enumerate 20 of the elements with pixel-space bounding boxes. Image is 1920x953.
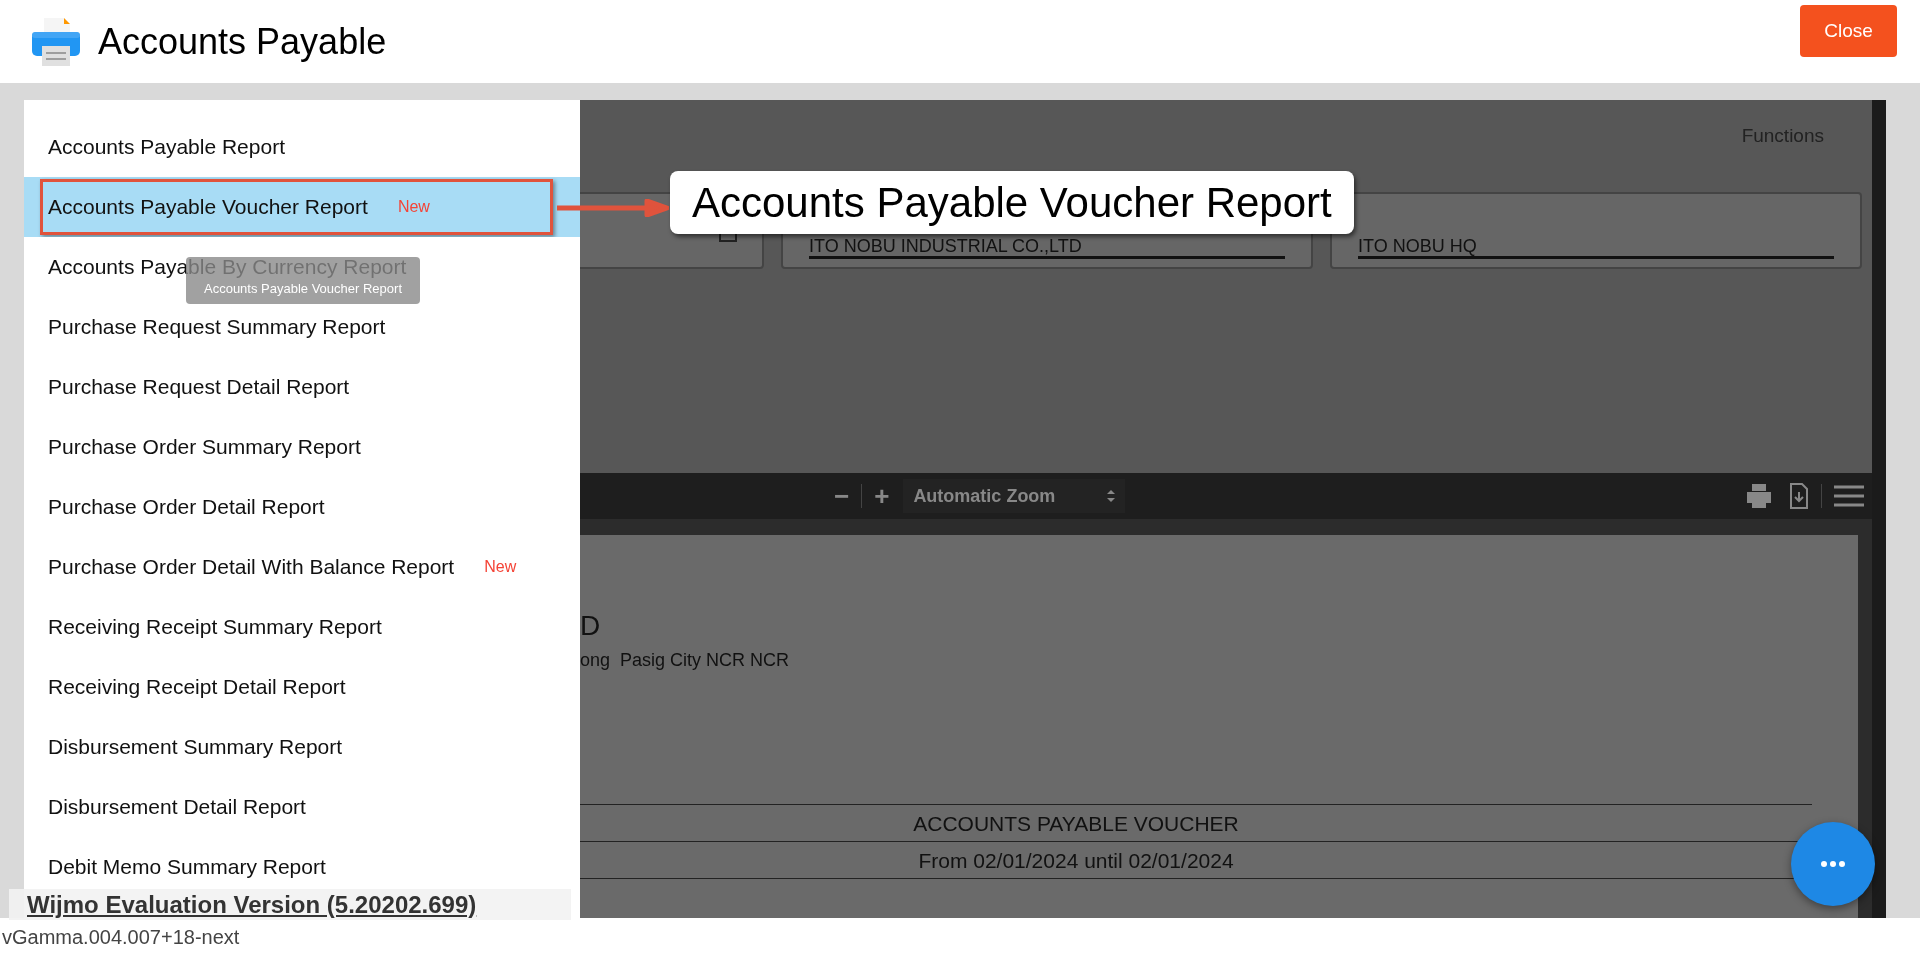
new-label: New <box>484 557 517 577</box>
evaluation-notice-toast: Wijmo Evaluation Version (5.20202.699) <box>9 889 571 920</box>
app-title: Accounts Payable <box>98 19 387 64</box>
menu-item-label: Purchase Order Detail With Balance Report <box>48 556 455 578</box>
menu-item-label: Receiving Receipt Summary Report <box>48 616 382 638</box>
callout-tooltip: Accounts Payable Voucher Report <box>670 171 1354 234</box>
menu-item-label: Debit Memo Summary Report <box>48 856 326 878</box>
menu-item-label: Purchase Request Summary Report <box>48 316 386 338</box>
new-label: New <box>397 197 430 217</box>
menu-item-label: Purchase Order Summary Report <box>48 436 361 458</box>
menu-item-label: Purchase Request Detail Report <box>48 376 350 398</box>
menu-item-label: Purchase Order Detail Report <box>48 496 325 518</box>
menu-item-label: Accounts Payable Voucher Report <box>48 196 368 218</box>
address-text: ong Pasig City NCR NCR <box>580 649 791 672</box>
menu-item-label: Disbursement Detail Report <box>48 796 306 818</box>
menu-item-label: Accounts Payable Report <box>48 136 285 158</box>
menu-item-label: Disbursement Summary Report <box>48 736 343 758</box>
menu-item-label: Receiving Receipt Detail Report <box>48 676 346 698</box>
company-name-text: D <box>580 609 602 643</box>
version-text: vGamma.004.007+18-next <box>1 925 241 950</box>
